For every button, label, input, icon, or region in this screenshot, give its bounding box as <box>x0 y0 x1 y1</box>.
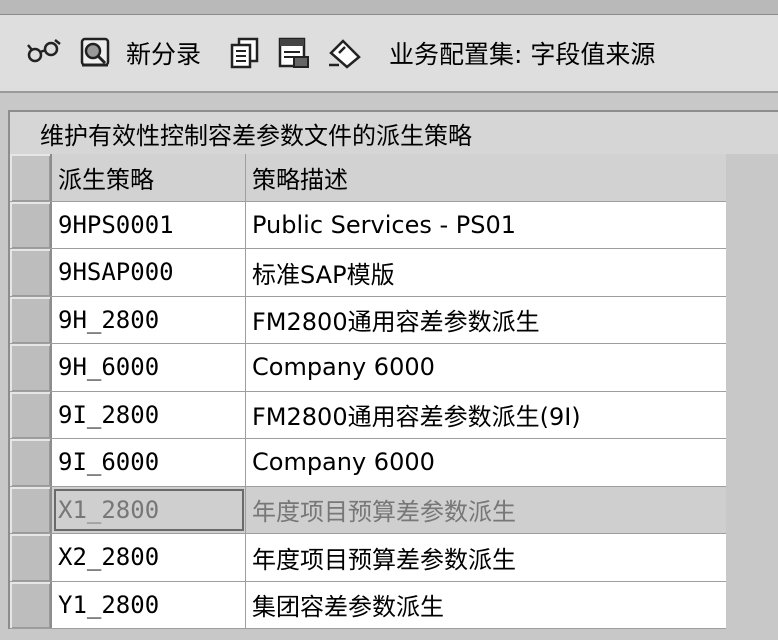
glasses-display-change-icon <box>24 35 64 71</box>
table-row: X2_2800 年度项目预算差参数派生 <box>10 534 726 582</box>
strategy-description-cell[interactable]: Company 6000 <box>246 439 726 486</box>
table-row: 9HSAP000 标准SAP模版 <box>10 249 726 297</box>
strategy-code-cell[interactable]: X1_2800 <box>52 486 246 533</box>
row-selector[interactable] <box>10 344 52 391</box>
strategy-code-cell[interactable]: Y1_2800 <box>52 581 246 628</box>
strategy-code-cell[interactable]: X2_2800 <box>52 534 246 581</box>
column-header-description[interactable]: 策略描述 <box>246 154 726 201</box>
row-selector[interactable] <box>10 391 52 438</box>
row-selector[interactable] <box>10 534 52 581</box>
detail-view-icon <box>76 35 114 71</box>
window-title-strip <box>0 0 778 15</box>
save-table-button[interactable] <box>275 33 313 73</box>
undo-change-button[interactable] <box>325 33 365 73</box>
new-entries-label: 新分录 <box>126 40 202 69</box>
maintenance-panel: 维护有效性控制容差参数文件的派生策略 派生策略 策略描述 9HPS0001 Pu… <box>0 96 778 640</box>
table-row: 9H_6000 Company 6000 <box>10 344 726 392</box>
screen-title: 业务配置集: 字段值来源 <box>389 40 656 69</box>
strategy-description-cell[interactable]: 集团容差参数派生 <box>246 581 726 628</box>
strategy-code-cell[interactable]: 9I_2800 <box>52 391 246 438</box>
row-selector[interactable] <box>10 249 52 296</box>
table-row: 9I_2800 FM2800通用容差参数派生(9I) <box>10 391 726 439</box>
strategy-description-cell[interactable]: FM2800通用容差参数派生 <box>246 296 726 343</box>
strategy-description-cell[interactable]: 标准SAP模版 <box>246 249 726 296</box>
strategy-code-cell[interactable]: 9I_6000 <box>52 439 246 486</box>
derivation-strategy-table: 派生策略 策略描述 9HPS0001 Public Services - PS0… <box>8 154 726 629</box>
table-row: 9HPS0001 Public Services - PS01 <box>10 201 726 249</box>
table-header-row: 派生策略 策略描述 <box>10 154 726 202</box>
table-row: 9I_6000 Company 6000 <box>10 439 726 487</box>
row-selector[interactable] <box>10 201 52 248</box>
strategy-description-cell[interactable]: 年度项目预算差参数派生 <box>246 534 726 581</box>
display-change-button[interactable] <box>24 33 64 73</box>
copy-icon <box>227 35 263 71</box>
strategy-description-cell[interactable]: Public Services - PS01 <box>246 201 726 248</box>
undo-change-icon <box>325 35 365 71</box>
copy-as-button[interactable] <box>227 33 263 73</box>
table-row: 9H_2800 FM2800通用容差参数派生 <box>10 296 726 344</box>
panel-title-text: 维护有效性控制容差参数文件的派生策略 <box>40 121 472 150</box>
column-header-strategy[interactable]: 派生策略 <box>52 154 246 201</box>
strategy-code-cell[interactable]: 9H_6000 <box>52 344 246 391</box>
strategy-code-cell[interactable]: 9HSAP000 <box>52 249 246 296</box>
row-selector[interactable] <box>10 486 52 533</box>
strategy-description-cell[interactable]: 年度项目预算差参数派生 <box>246 486 726 533</box>
application-toolbar: 新分录 业务配置集: 字段值来源 <box>0 15 778 93</box>
row-selector[interactable] <box>10 296 52 343</box>
table-row-selected: X1_2800 年度项目预算差参数派生 <box>10 486 726 534</box>
strategy-code-cell[interactable]: 9H_2800 <box>52 296 246 343</box>
panel-title: 维护有效性控制容差参数文件的派生策略 <box>8 110 778 154</box>
strategy-code-cell[interactable]: 9HPS0001 <box>52 201 246 248</box>
detail-view-button[interactable] <box>76 33 114 73</box>
table-row: Y1_2800 集团容差参数派生 <box>10 581 726 629</box>
strategy-description-cell[interactable]: FM2800通用容差参数派生(9I) <box>246 391 726 438</box>
save-table-icon <box>275 35 313 71</box>
new-entries-button[interactable]: 新分录 <box>126 33 201 73</box>
row-selector[interactable] <box>10 439 52 486</box>
strategy-description-cell[interactable]: Company 6000 <box>246 344 726 391</box>
row-selector[interactable] <box>10 581 52 628</box>
select-all-button[interactable] <box>10 154 52 201</box>
